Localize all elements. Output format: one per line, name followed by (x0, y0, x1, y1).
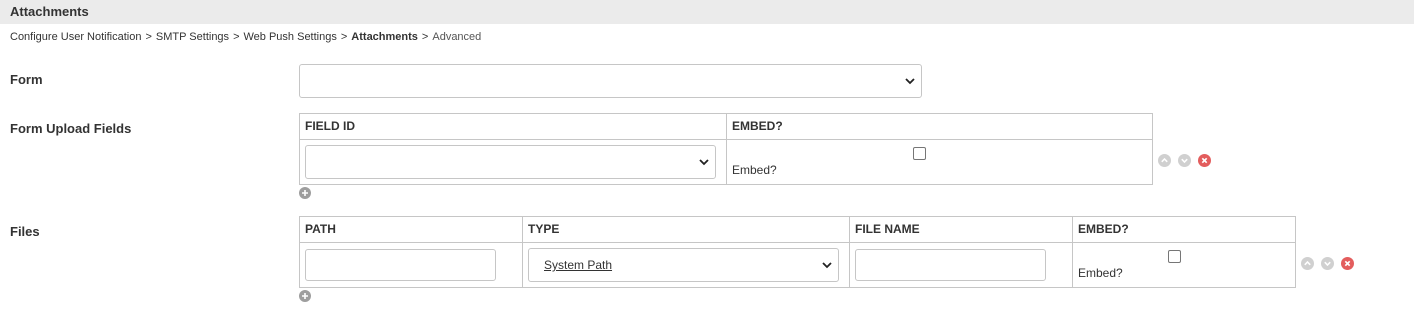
plus-circle-icon[interactable] (299, 186, 311, 199)
plus-circle-icon[interactable] (299, 289, 311, 302)
breadcrumb-separator: > (233, 31, 240, 43)
chevron-down-icon (698, 156, 710, 168)
table-row-cell-field-id (299, 139, 727, 185)
section-title: Attachments (10, 4, 89, 19)
table-row-cell-embed: Embed? (1072, 242, 1296, 288)
table-row-cell-path (299, 242, 523, 288)
section-header: Attachments (0, 0, 1414, 24)
breadcrumb-item-advanced[interactable]: Advanced (432, 31, 481, 43)
form-label: Form (10, 72, 43, 87)
table-row-cell-type: System Path (522, 242, 850, 288)
path-input[interactable] (305, 249, 496, 281)
files-label: Files (10, 224, 40, 239)
chevron-down-circle-icon[interactable] (1321, 257, 1334, 270)
breadcrumb-item-configure-user-notification[interactable]: Configure User Notification (10, 31, 141, 43)
breadcrumb-separator: > (421, 31, 429, 43)
column-header-type: TYPE (522, 216, 850, 243)
breadcrumb-item-web-push-settings[interactable]: Web Push Settings (244, 31, 337, 43)
chevron-up-circle-icon[interactable] (1158, 154, 1171, 167)
embed-checkbox[interactable] (1168, 250, 1181, 263)
column-header-label: EMBED? (1078, 222, 1129, 236)
column-header-embed: EMBED? (726, 113, 1153, 140)
type-select-value: System Path (544, 258, 613, 272)
chevron-down-icon (821, 259, 833, 271)
table-row-cell-file-name (849, 242, 1073, 288)
column-header-label: FIELD ID (305, 119, 355, 133)
column-header-field-id: FIELD ID (299, 113, 727, 140)
chevron-up-circle-icon[interactable] (1301, 257, 1314, 270)
close-circle-icon[interactable] (1198, 154, 1211, 167)
form-upload-fields-label: Form Upload Fields (10, 121, 132, 136)
breadcrumb-separator: > (145, 31, 152, 43)
breadcrumb-item-smtp-settings[interactable]: SMTP Settings (156, 31, 229, 43)
embed-label: Embed? (1078, 266, 1123, 280)
column-header-label: EMBED? (732, 119, 783, 133)
type-select[interactable]: System Path (528, 248, 839, 282)
file-name-input[interactable] (855, 249, 1046, 281)
breadcrumb-separator: > (340, 31, 348, 43)
column-header-embed: EMBED? (1072, 216, 1296, 243)
column-header-label: PATH (305, 222, 336, 236)
column-header-label: FILE NAME (855, 222, 920, 236)
table-row-cell-embed: Embed? (726, 139, 1153, 185)
breadcrumb: Configure User Notification > SMTP Setting… (10, 31, 481, 43)
embed-checkbox[interactable] (913, 147, 926, 160)
embed-label: Embed? (732, 163, 777, 177)
form-select[interactable] (299, 64, 922, 98)
column-header-file-name: FILE NAME (849, 216, 1073, 243)
chevron-down-icon (904, 75, 916, 87)
column-header-path: PATH (299, 216, 523, 243)
chevron-down-circle-icon[interactable] (1178, 154, 1191, 167)
close-circle-icon[interactable] (1341, 257, 1354, 270)
column-header-label: TYPE (528, 222, 560, 236)
breadcrumb-item-attachments: Attachments (351, 31, 418, 43)
field-id-select[interactable] (305, 145, 716, 179)
